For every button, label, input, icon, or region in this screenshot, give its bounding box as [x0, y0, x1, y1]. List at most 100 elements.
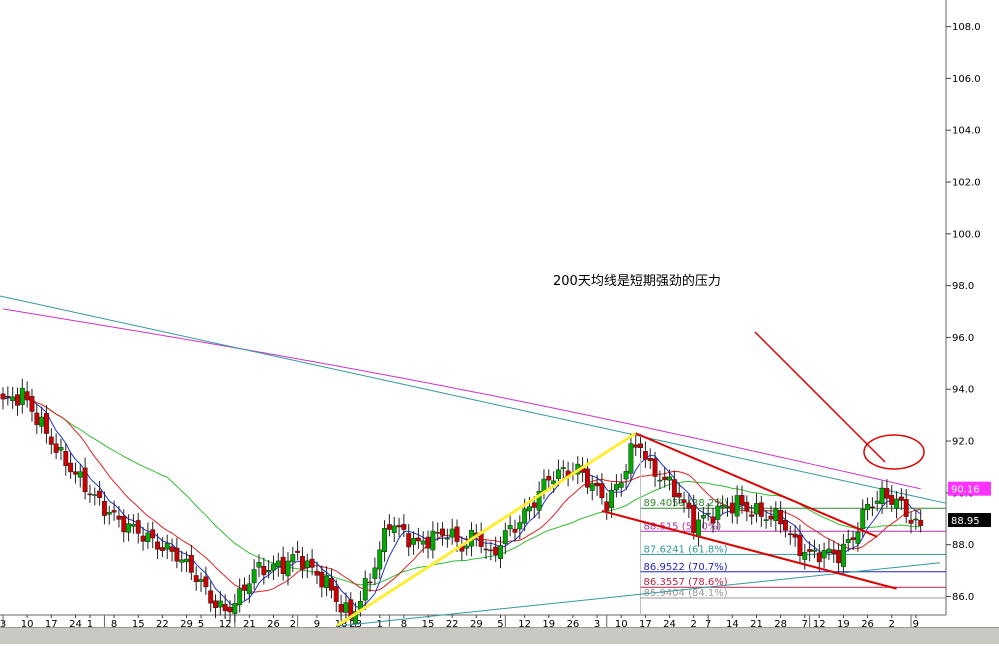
candle-body [584, 468, 590, 488]
price-chart: 86.088.090.092.094.096.098.0100.0102.010… [0, 0, 999, 643]
candle-body [483, 548, 489, 551]
long-downtrend-line [0, 295, 947, 504]
candle-body [193, 575, 199, 583]
candle-body [97, 490, 103, 498]
candle-body [754, 503, 759, 515]
candle-body [5, 395, 11, 398]
candle-body [874, 500, 880, 504]
fib-level-label: 86.9522 (70.7%) [644, 562, 728, 573]
candle-body [159, 547, 165, 551]
candle-body [517, 522, 523, 530]
candle-body [39, 416, 45, 427]
candle-body [652, 458, 658, 477]
support-trend-line [336, 562, 941, 627]
candle-body [367, 581, 373, 584]
candle-body [556, 469, 561, 479]
candle-body [164, 542, 170, 550]
candle-body [778, 509, 784, 525]
arrow-line [754, 331, 886, 463]
candle-body [266, 570, 272, 573]
candle-body [729, 502, 735, 514]
candle-body [203, 576, 209, 588]
candle-body [319, 571, 325, 588]
candle-body [773, 508, 779, 522]
candle-body [758, 502, 764, 517]
candle-body [464, 545, 470, 549]
candle-body [391, 525, 397, 533]
candle-body [541, 478, 547, 492]
candle-body [802, 552, 808, 560]
candle-body [831, 549, 837, 554]
candle-body [372, 567, 378, 579]
candle-body [531, 502, 537, 508]
candle-body [420, 540, 426, 545]
candle-body [440, 528, 445, 536]
candle-body [68, 462, 74, 473]
candle-body [609, 490, 615, 509]
candle-body [290, 554, 296, 563]
candle-body [92, 494, 98, 496]
candle-body [227, 606, 233, 613]
chart-svg: 86.088.090.092.094.096.098.0100.0102.010… [0, 0, 991, 641]
candle-body [700, 515, 706, 519]
candle-body [338, 604, 344, 613]
candle-body [261, 565, 267, 576]
candle-body [15, 394, 20, 406]
candle-body [560, 467, 566, 470]
candle-body [135, 520, 141, 534]
candle-body [836, 549, 842, 564]
chart-annotation: 200天均线是短期强劲的压力 [553, 274, 721, 289]
candle-body [507, 525, 513, 530]
candle-body [850, 537, 856, 540]
candle-body [715, 505, 721, 520]
candle-body [869, 506, 875, 509]
candle-body [913, 518, 919, 521]
candle-body [908, 519, 914, 524]
candle-body [217, 600, 223, 608]
y-tick-label: 102.0 [952, 178, 981, 189]
candle-body [111, 510, 117, 513]
candle-body [918, 519, 924, 526]
candle-body [512, 528, 518, 533]
candle-body [647, 457, 653, 461]
candle-body [77, 471, 83, 478]
candle-body [130, 524, 136, 527]
candle-body [623, 470, 629, 480]
candle-body [328, 578, 334, 591]
candle-body [444, 537, 450, 540]
candle-body [34, 412, 40, 425]
candle-body [816, 552, 822, 563]
candle-body [44, 412, 49, 434]
candle-body [82, 467, 88, 493]
candle-body [106, 512, 112, 515]
candle-body [898, 496, 904, 501]
candle-body [116, 515, 122, 520]
candle-body [725, 506, 730, 509]
candle-body [242, 584, 247, 591]
candle-body [889, 495, 895, 505]
fib-level-label: 87.6241 (61.8%) [644, 544, 728, 555]
ma200-line [2, 308, 921, 490]
candle-body [604, 501, 610, 511]
candle-body [415, 537, 421, 542]
candle-body [435, 532, 441, 534]
candle-body [150, 529, 156, 539]
candle-body [208, 590, 214, 604]
candle-body [73, 471, 78, 475]
candle-body [145, 532, 151, 543]
candle-body [638, 443, 644, 448]
candle-body [811, 549, 817, 552]
candle-body [396, 525, 402, 528]
taskbar-strip [0, 627, 999, 644]
candle-body [449, 528, 455, 538]
candle-body [821, 550, 827, 559]
ma200-value-label: 90.16 [951, 485, 980, 496]
candle-body [179, 559, 185, 563]
candle-body [280, 556, 286, 574]
candle-body [213, 600, 218, 609]
candle-body [101, 500, 107, 516]
candle-body [174, 547, 180, 562]
candle-body [454, 526, 460, 542]
highlight-circle [863, 434, 925, 470]
candle-body [720, 505, 726, 508]
